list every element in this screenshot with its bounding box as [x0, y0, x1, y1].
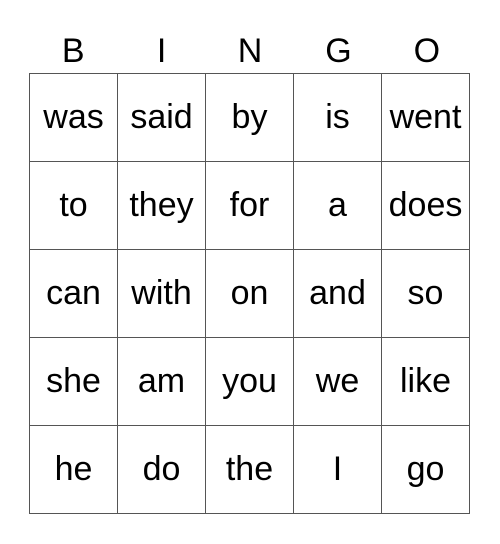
header-letter-b: B: [61, 32, 85, 70]
bingo-cell[interactable]: by: [206, 74, 294, 162]
bingo-cell[interactable]: a: [294, 162, 382, 250]
bingo-header: B I N G O: [29, 29, 471, 73]
bingo-cell[interactable]: he: [30, 426, 118, 514]
bingo-cell[interactable]: go: [382, 426, 470, 514]
bingo-cell[interactable]: went: [382, 74, 470, 162]
bingo-cell[interactable]: was: [30, 74, 118, 162]
bingo-cell[interactable]: to: [30, 162, 118, 250]
bingo-cell[interactable]: said: [118, 74, 206, 162]
bingo-cell[interactable]: with: [118, 250, 206, 338]
bingo-cell[interactable]: they: [118, 162, 206, 250]
bingo-grid: was said by is went to they for a does c…: [29, 73, 470, 514]
bingo-cell[interactable]: and: [294, 250, 382, 338]
header-letter-n: N: [237, 32, 263, 70]
bingo-cell[interactable]: the: [206, 426, 294, 514]
bingo-cell[interactable]: we: [294, 338, 382, 426]
bingo-cell[interactable]: like: [382, 338, 470, 426]
bingo-cell[interactable]: is: [294, 74, 382, 162]
bingo-cell[interactable]: does: [382, 162, 470, 250]
bingo-cell[interactable]: am: [118, 338, 206, 426]
bingo-cell[interactable]: on: [206, 250, 294, 338]
header-letter-g: G: [325, 32, 352, 70]
bingo-cell[interactable]: do: [118, 426, 206, 514]
header-letter-o: O: [413, 32, 441, 70]
bingo-cell[interactable]: for: [206, 162, 294, 250]
bingo-cell[interactable]: you: [206, 338, 294, 426]
bingo-cell[interactable]: so: [382, 250, 470, 338]
header-letter-i: I: [156, 32, 167, 70]
bingo-cell[interactable]: she: [30, 338, 118, 426]
bingo-cell[interactable]: can: [30, 250, 118, 338]
bingo-cell[interactable]: I: [294, 426, 382, 514]
